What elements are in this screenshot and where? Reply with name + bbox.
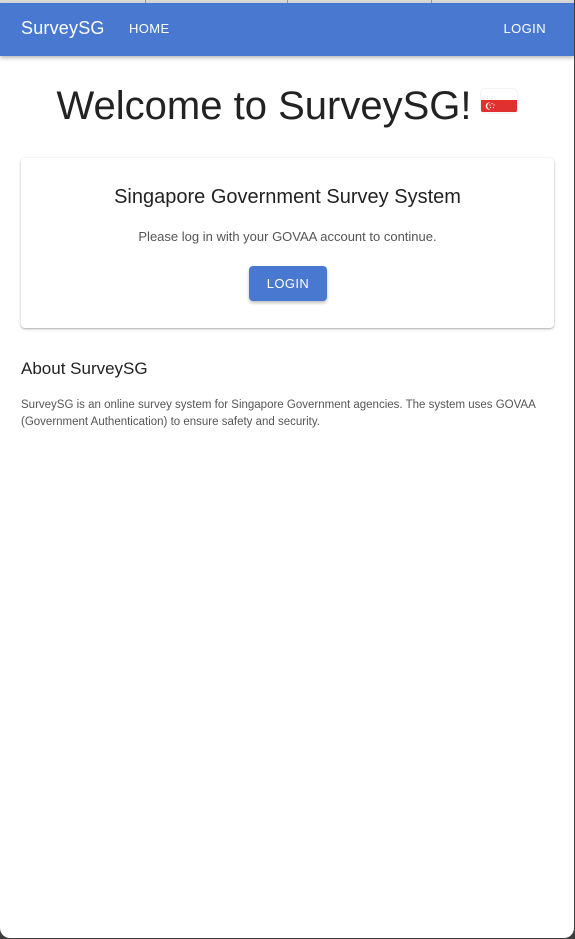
- login-card: Singapore Government Survey System Pleas…: [21, 158, 554, 328]
- browser-window: SurveySG HOME LOGIN Welcome to SurveySG!…: [0, 0, 574, 938]
- login-button[interactable]: LOGIN: [249, 266, 327, 301]
- welcome-heading: Welcome to SurveySG!: [0, 84, 574, 129]
- about-title: About SurveySG: [21, 359, 148, 378]
- card-title: Singapore Government Survey System: [114, 186, 461, 208]
- singapore-flag-icon: [481, 89, 518, 113]
- card-instructions: Please log in with your GOVAA account to…: [138, 229, 437, 244]
- brand-title[interactable]: SurveySG: [21, 18, 105, 39]
- welcome-text: Welcome to SurveySG!: [56, 84, 472, 128]
- nav-login-link[interactable]: LOGIN: [504, 21, 546, 36]
- nav-home-link[interactable]: HOME: [129, 21, 170, 36]
- about-description: SurveySG is an online survey system for …: [21, 399, 536, 428]
- app-bar: SurveySG HOME LOGIN: [0, 3, 574, 56]
